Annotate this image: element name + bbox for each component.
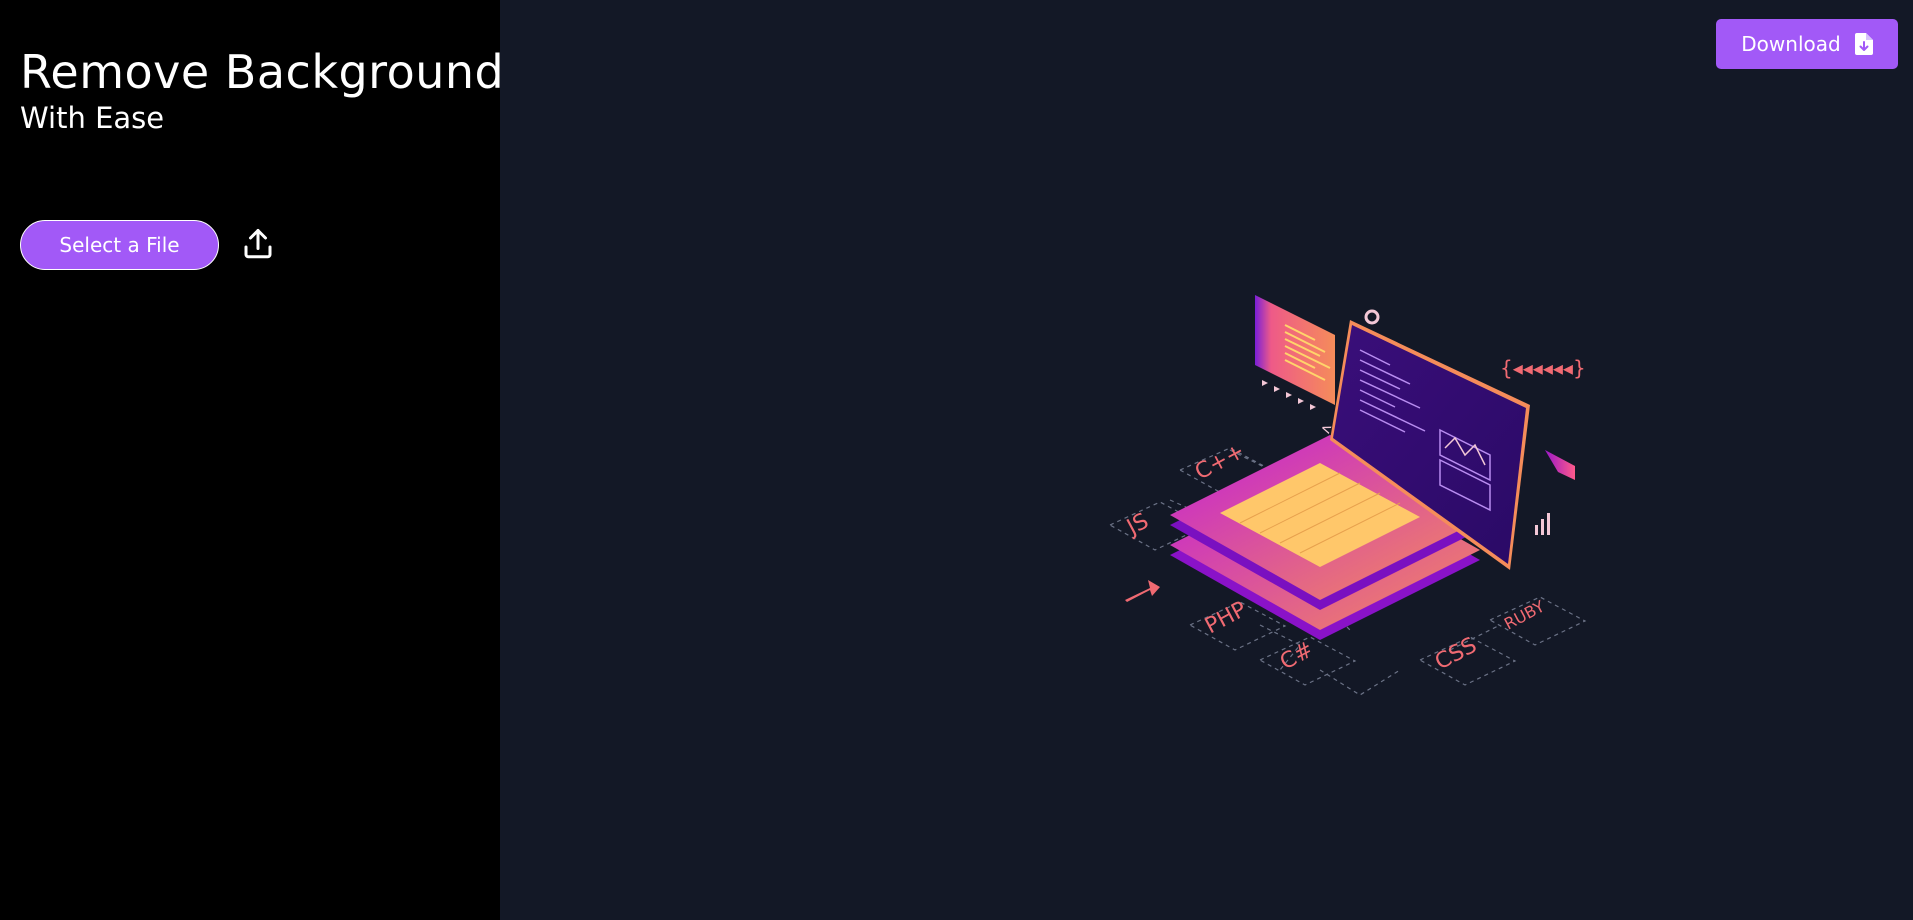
- sidebar: Remove Background With Ease Select a Fil…: [0, 0, 504, 920]
- download-button-label: Download: [1741, 32, 1841, 56]
- label-cpp: C++: [1191, 439, 1249, 486]
- page-subtitle: With Ease: [20, 101, 165, 135]
- app-root: Remove Background With Ease Select a Fil…: [0, 0, 1913, 920]
- select-file-button-label: Select a File: [59, 233, 180, 257]
- floating-code-panel: [1255, 295, 1335, 405]
- upload-icon[interactable]: [240, 226, 276, 262]
- svg-text:{◂◂◂◂◂◂}: {◂◂◂◂◂◂}: [1500, 356, 1586, 380]
- laptop-code-illustration: C++ JS PHP C# CSS RUBY {◂◂◂◂◂◂}: [1108, 295, 1587, 696]
- label-ruby: RUBY: [1501, 597, 1548, 634]
- main-preview-area: Download C++ JS PHP C# CSS RUBY {◂◂◂◂◂◂}: [500, 0, 1913, 920]
- page-title: Remove Background: [20, 45, 505, 99]
- label-js: JS: [1121, 509, 1153, 542]
- pencil-shape: [1545, 450, 1575, 480]
- file-download-icon: [1854, 33, 1873, 55]
- label-csharp: C#: [1276, 637, 1318, 675]
- select-file-button[interactable]: Select a File: [20, 220, 219, 270]
- download-button[interactable]: Download: [1716, 19, 1898, 69]
- up-arrow-shape: [1125, 580, 1160, 602]
- bar-chart-shape: [1535, 513, 1550, 535]
